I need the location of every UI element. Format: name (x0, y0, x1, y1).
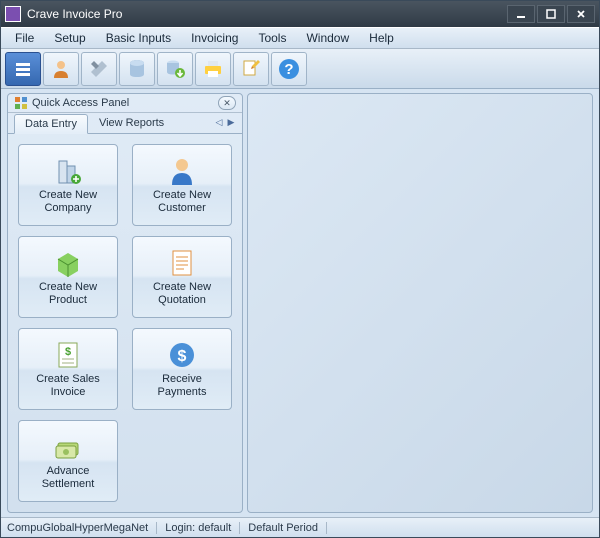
customer-icon (166, 155, 198, 187)
tile-grid: Create New Company Create New Customer C… (8, 134, 242, 512)
tile-label: Advance Settlement (42, 465, 95, 490)
tile-label: Create New Quotation (153, 281, 211, 306)
database-icon (126, 58, 148, 80)
toolbar: ? (1, 49, 599, 89)
tile-create-sales-invoice[interactable]: $ Create Sales Invoice (18, 328, 118, 410)
menu-invoicing[interactable]: Invoicing (183, 29, 246, 47)
invoice-icon: $ (52, 339, 84, 371)
content-area: Quick Access Panel ✕ Data Entry View Rep… (1, 89, 599, 517)
company-icon (52, 155, 84, 187)
panel-tabstrip: Data Entry View Reports ◁ ▶ (8, 113, 242, 134)
toolbar-button-edit[interactable] (233, 52, 269, 86)
tab-prev-button[interactable]: ◁ (214, 116, 224, 128)
app-window: Crave Invoice Pro File Setup Basic Input… (0, 0, 600, 538)
tile-label: Create Sales Invoice (36, 373, 100, 398)
help-icon: ? (277, 57, 301, 81)
maximize-icon (546, 9, 556, 19)
minimize-icon (516, 9, 526, 19)
panel-close-button[interactable]: ✕ (218, 96, 236, 110)
menu-basic-inputs[interactable]: Basic Inputs (98, 29, 179, 47)
tile-create-quotation[interactable]: Create New Quotation (132, 236, 232, 318)
menu-setup[interactable]: Setup (46, 29, 93, 47)
window-title: Crave Invoice Pro (27, 7, 507, 21)
menu-help[interactable]: Help (361, 29, 402, 47)
statusbar: CompuGlobalHyperMegaNet Login: default D… (1, 517, 599, 537)
status-login: Login: default (157, 522, 240, 534)
menu-file[interactable]: File (7, 29, 42, 47)
tile-create-company[interactable]: Create New Company (18, 144, 118, 226)
close-button[interactable] (567, 5, 595, 23)
quotation-icon (166, 247, 198, 279)
minimize-button[interactable] (507, 5, 535, 23)
status-period: Default Period (240, 522, 327, 534)
panel-title: Quick Access Panel (32, 97, 218, 109)
tile-label: Create New Customer (153, 189, 211, 214)
tab-data-entry[interactable]: Data Entry (14, 114, 88, 134)
tile-create-product[interactable]: Create New Product (18, 236, 118, 318)
toolbar-button-settings[interactable] (81, 52, 117, 86)
printer-icon (202, 58, 224, 80)
toolbar-button-print[interactable] (195, 52, 231, 86)
toolbar-button-help[interactable]: ? (271, 52, 307, 86)
settlement-icon (52, 431, 84, 463)
tile-label: Receive Payments (158, 373, 207, 398)
toolbar-button-user[interactable] (43, 52, 79, 86)
mdi-client-area (247, 93, 593, 513)
tile-receive-payments[interactable]: $ Receive Payments (132, 328, 232, 410)
app-icon (5, 6, 21, 22)
menu-window[interactable]: Window (298, 29, 357, 47)
status-company: CompuGlobalHyperMegaNet (5, 522, 157, 534)
toolbar-button-home[interactable] (5, 52, 41, 86)
wrench-icon (88, 58, 110, 80)
svg-text:$: $ (65, 346, 71, 358)
titlebar: Crave Invoice Pro (1, 1, 599, 27)
tile-label: Create New Company (39, 189, 97, 214)
menu-tools[interactable]: Tools (250, 29, 294, 47)
user-icon (50, 58, 72, 80)
tab-view-reports[interactable]: View Reports (88, 113, 175, 133)
toolbar-button-download[interactable] (157, 52, 193, 86)
tile-advance-settlement[interactable]: Advance Settlement (18, 420, 118, 502)
maximize-button[interactable] (537, 5, 565, 23)
list-icon (13, 59, 33, 79)
menubar: File Setup Basic Inputs Invoicing Tools … (1, 27, 599, 49)
tile-label: Create New Product (39, 281, 97, 306)
edit-icon (240, 58, 262, 80)
tab-next-button[interactable]: ▶ (226, 116, 236, 128)
payments-icon: $ (166, 339, 198, 371)
tab-nav: ◁ ▶ (214, 116, 236, 128)
panel-icon (14, 96, 28, 110)
database-down-icon (164, 58, 186, 80)
close-icon (576, 9, 586, 19)
quick-access-panel: Quick Access Panel ✕ Data Entry View Rep… (7, 93, 243, 513)
svg-text:?: ? (284, 61, 293, 78)
product-icon (52, 247, 84, 279)
svg-text:$: $ (178, 348, 187, 365)
window-controls (507, 5, 595, 23)
toolbar-button-database[interactable] (119, 52, 155, 86)
tile-create-customer[interactable]: Create New Customer (132, 144, 232, 226)
panel-header: Quick Access Panel ✕ (8, 94, 242, 113)
